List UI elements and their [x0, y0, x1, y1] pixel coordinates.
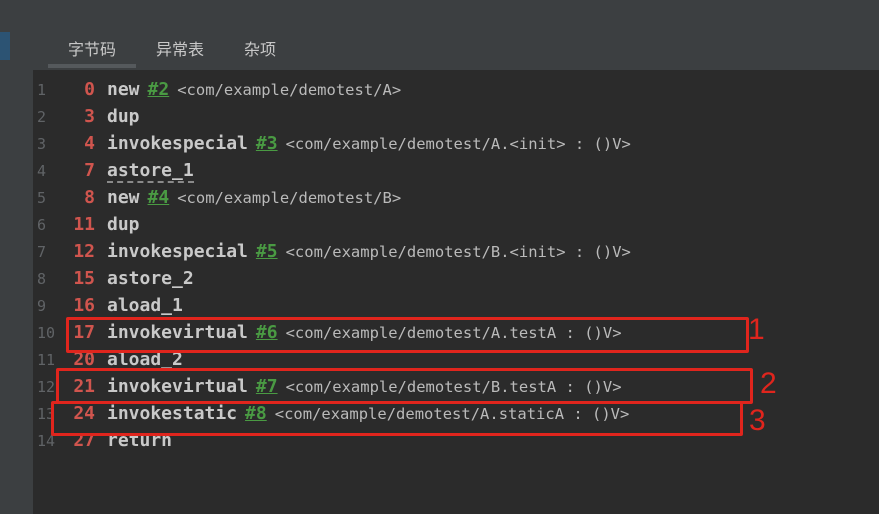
bytecode-offset: 7	[84, 160, 95, 181]
bytecode-offset: 11	[73, 214, 95, 235]
constant-pool-link[interactable]: #3	[256, 133, 278, 154]
constant-pool-link[interactable]: #2	[148, 79, 170, 100]
line-number: 5	[37, 189, 47, 207]
symbol-comment: <com/example/demotest/A.<init> : ()V>	[285, 135, 631, 153]
highlight-label-3: 3	[749, 404, 766, 437]
tab-misc[interactable]: 杂项	[224, 36, 296, 66]
instruction: dup	[107, 106, 140, 127]
left-tool-strip	[0, 0, 33, 514]
line-number: 4	[37, 162, 47, 180]
opcode: invokespecial	[107, 241, 248, 262]
line-number: 2	[37, 108, 47, 126]
opcode: astore_2	[107, 268, 194, 289]
code-line[interactable]: 3 4 invokespecial #3 <com/example/demotest/A…	[33, 131, 879, 158]
code-line[interactable]: 6 11 dup	[33, 212, 879, 239]
instruction: dup	[107, 214, 140, 235]
instruction: new #2 <com/example/demotest/A>	[107, 79, 401, 100]
bytecode-offset: 0	[84, 79, 95, 100]
highlight-box-2	[56, 368, 753, 404]
line-number: 8	[37, 270, 47, 288]
bytecode-offset: 12	[73, 241, 95, 262]
symbol-comment: <com/example/demotest/A>	[177, 81, 402, 99]
code-line[interactable]: 4 7 astore_1	[33, 158, 879, 185]
line-number: 9	[37, 297, 47, 315]
line-number: 7	[37, 243, 47, 261]
opcode: aload_1	[107, 295, 183, 316]
code-line[interactable]: 2 3 dup	[33, 104, 879, 131]
highlight-label-2: 2	[760, 367, 777, 400]
constant-pool-link[interactable]: #4	[148, 187, 170, 208]
line-number: 11	[37, 351, 56, 369]
bytecode-offset: 8	[84, 187, 95, 208]
instruction: invokespecial #3 <com/example/demotest/A.<…	[107, 133, 631, 154]
opcode: invokespecial	[107, 133, 248, 154]
constant-pool-link[interactable]: #5	[256, 241, 278, 262]
instruction: new #4 <com/example/demotest/B>	[107, 187, 401, 208]
code-line[interactable]: 5 8 new #4 <com/example/demotest/B>	[33, 185, 879, 212]
code-line[interactable]: 1 0 new #2 <com/example/demotest/A>	[33, 77, 879, 104]
tool-window-indicator[interactable]	[0, 32, 10, 60]
tab-bar: 字节码 异常表 杂项	[48, 36, 296, 70]
bytecode-viewer-window: 字节码 异常表 杂项 1 0 new #2 <com/example/demotest/…	[0, 0, 879, 514]
bytecode-offset: 16	[73, 295, 95, 316]
symbol-comment: <com/example/demotest/B.<init> : ()V>	[285, 243, 631, 261]
tab-bytecode[interactable]: 字节码	[48, 36, 137, 68]
bytecode-offset: 4	[84, 133, 95, 154]
highlight-label-1: 1	[748, 313, 765, 346]
line-number: 3	[37, 135, 47, 153]
instruction: astore_1	[107, 160, 194, 183]
highlight-box-3	[51, 401, 743, 436]
line-number: 1	[37, 81, 47, 99]
opcode: new	[107, 79, 140, 100]
bytecode-editor[interactable]: 1 0 new #2 <com/example/demotest/A> 2 3 dup 3 4 in…	[33, 70, 879, 514]
instruction: astore_2	[107, 268, 194, 289]
opcode: astore_1	[107, 160, 194, 183]
symbol-comment: <com/example/demotest/B>	[177, 189, 402, 207]
bytecode-offset: 15	[73, 268, 95, 289]
instruction: aload_1	[107, 295, 183, 316]
opcode: dup	[107, 106, 140, 127]
highlight-box-1	[66, 317, 749, 353]
code-line[interactable]: 7 12 invokespecial #5 <com/example/demotest/…	[33, 239, 879, 266]
tab-exception-table[interactable]: 异常表	[136, 36, 224, 66]
opcode: dup	[107, 214, 140, 235]
instruction: invokespecial #5 <com/example/demotest/B.<…	[107, 241, 631, 262]
bytecode-offset: 3	[84, 106, 95, 127]
code-line[interactable]: 8 15 astore_2	[33, 266, 879, 293]
line-number: 6	[37, 216, 47, 234]
opcode: new	[107, 187, 140, 208]
line-number: 10	[37, 324, 56, 342]
